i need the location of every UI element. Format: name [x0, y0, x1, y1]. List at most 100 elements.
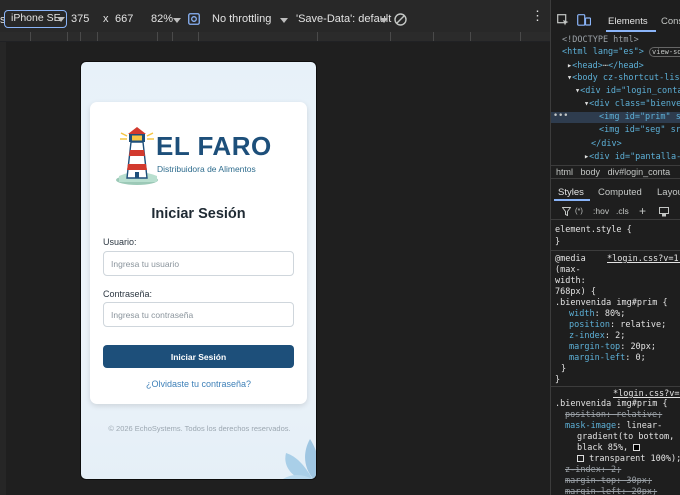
height-input[interactable]: 667: [115, 13, 133, 25]
brand-subtitle: Distribuidora de Alimentos: [157, 164, 256, 174]
forgot-password-link[interactable]: ¿Olvidaste tu contraseña?: [90, 379, 307, 389]
device-toolbar: s iPhone SE 375 x 667 82% No throttling …: [0, 0, 550, 41]
ruler-tick: [80, 32, 81, 41]
dom-node[interactable]: <img id="seg" src: [551, 125, 680, 136]
password-input[interactable]: [103, 302, 294, 327]
hov-toggle[interactable]: :hov: [593, 206, 609, 216]
active-styles-tab-indicator: [554, 199, 590, 201]
login-button[interactable]: Iniciar Sesión: [103, 345, 294, 368]
more-options-icon[interactable]: ⋮: [531, 9, 544, 22]
media-query-line: (max-: [555, 265, 581, 275]
media-query-line: 768px) {: [555, 287, 596, 297]
css-value-line: gradient(to bottom,: [577, 432, 675, 442]
color-swatch-icon[interactable]: [633, 444, 641, 451]
css-declaration[interactable]: width: 80%;: [569, 309, 625, 319]
ruler-tick: [97, 32, 98, 41]
dom-node[interactable]: <html lang="es"> view-sour: [551, 47, 680, 58]
dimension-separator: x: [103, 13, 109, 25]
side-ruler: [0, 42, 6, 495]
stylesheet-link[interactable]: *login.css?v=3: [613, 389, 680, 399]
save-data-select[interactable]: 'Save-Data': default: [296, 13, 391, 25]
dom-node-selected[interactable]: <img id="prim" s: [551, 112, 680, 123]
chevron-down-icon: [173, 18, 181, 23]
tab-computed[interactable]: Computed: [598, 187, 642, 198]
element-style-close: }: [555, 237, 561, 247]
dom-node[interactable]: ▸<head>⋯</head>: [551, 61, 680, 72]
ruler-tick: [198, 32, 199, 41]
computed-styles-sidebar-icon[interactable]: [659, 207, 669, 217]
ruler-tick: [30, 32, 31, 41]
breadcrumb-item[interactable]: body: [581, 167, 601, 177]
media-query-line: width:: [555, 276, 586, 286]
cls-toggle[interactable]: .cls: [616, 206, 629, 216]
view-source-badge: view-sour: [649, 47, 680, 57]
dom-node[interactable]: ▾<body cz-shortcut-lis: [551, 73, 680, 84]
css-declaration-overridden[interactable]: margin-left: 20px;: [565, 487, 657, 495]
screen: s iPhone SE 375 x 667 82% No throttling …: [0, 0, 680, 495]
rule-close: }: [561, 364, 567, 374]
css-value-line: black 85%,: [577, 443, 641, 453]
username-input[interactable]: [103, 251, 294, 276]
breadcrumb-item[interactable]: div#login_conta: [608, 167, 671, 177]
filter-icon[interactable]: [562, 207, 571, 216]
dom-node[interactable]: ▸<div id="pantalla-: [551, 152, 680, 163]
css-declaration[interactable]: position: relative;: [569, 320, 666, 330]
media-close: }: [555, 375, 561, 385]
chevron-down-icon: [57, 17, 65, 22]
rotate-icon[interactable]: [393, 12, 408, 27]
rule-selector[interactable]: .bienvenida img#prim {: [555, 298, 668, 308]
css-value-line: transparent 100%);: [577, 454, 680, 464]
page-title: Iniciar Sesión: [151, 206, 246, 222]
media-query-line: @media: [555, 254, 586, 264]
ruler-tick: [390, 32, 391, 41]
ruler-tick: [317, 32, 318, 41]
sensor-icon[interactable]: [188, 13, 200, 25]
tab-layout[interactable]: Layou: [657, 187, 680, 198]
leaf-decoration-icon: [283, 439, 316, 479]
devtools-panel: Elements Cons <!DOCTYPE html> <html lang…: [550, 0, 680, 495]
dom-node[interactable]: ▾<div class="bienve: [551, 99, 680, 110]
tab-styles[interactable]: Styles: [558, 187, 584, 198]
selected-node-dots-icon: •••: [553, 111, 569, 121]
rule-separator: [551, 386, 680, 387]
devtools-tabs: Elements Cons: [551, 10, 680, 32]
breadcrumb-item[interactable]: html: [556, 167, 573, 177]
zoom-select[interactable]: 82%: [151, 13, 173, 25]
brand-title: EL FARO: [156, 131, 272, 161]
css-declaration-overridden[interactable]: position: relative;: [565, 410, 662, 420]
css-declaration[interactable]: margin-left: 0;: [569, 353, 646, 363]
throttling-select[interactable]: No throttling: [212, 13, 271, 25]
width-input[interactable]: 375: [71, 13, 89, 25]
username-label: Usuario:: [103, 237, 137, 247]
element-style-selector[interactable]: element.style {: [555, 225, 632, 235]
rule-separator: [551, 250, 680, 251]
ruler-tick: [172, 32, 173, 41]
styles-filter-bar: (*) :hov .cls +: [551, 204, 680, 220]
css-declaration[interactable]: z-index: 2;: [569, 331, 625, 341]
css-declaration-overridden[interactable]: margin-top: 30px;: [565, 476, 652, 486]
css-declaration[interactable]: mask-image: linear-: [565, 421, 662, 431]
dom-node[interactable]: ▾<div id="login_conta: [551, 86, 680, 97]
dom-node[interactable]: <!DOCTYPE html>: [551, 35, 680, 46]
dom-node[interactable]: </div>: [551, 139, 680, 150]
tab-console[interactable]: Cons: [661, 16, 680, 27]
active-tab-indicator: [606, 30, 656, 32]
css-declaration[interactable]: margin-top: 20px;: [569, 342, 656, 352]
pseudo-filter-icon[interactable]: (*): [575, 206, 583, 215]
add-rule-icon[interactable]: +: [639, 204, 646, 218]
ruler-tick: [433, 32, 434, 41]
device-select[interactable]: iPhone SE: [4, 10, 67, 28]
breadcrumb: html body div#login_conta: [551, 165, 680, 179]
device-select-label: iPhone SE: [11, 12, 61, 24]
phone-screen: EL FARO Distribuidora de Alimentos Inici…: [80, 61, 317, 480]
ruler-tick: [157, 32, 158, 41]
top-ruler: [0, 32, 550, 41]
color-swatch-icon[interactable]: [577, 455, 584, 462]
rule-selector[interactable]: .bienvenida img#prim {: [555, 399, 668, 409]
login-card: EL FARO Distribuidora de Alimentos Inici…: [90, 102, 307, 404]
tab-elements[interactable]: Elements: [608, 16, 648, 27]
ruler-tick: [470, 32, 471, 41]
stylesheet-link[interactable]: *login.css?v=1:: [607, 254, 680, 264]
chevron-down-icon: [280, 18, 288, 23]
css-declaration-overridden[interactable]: z-index: 2;: [565, 465, 621, 475]
